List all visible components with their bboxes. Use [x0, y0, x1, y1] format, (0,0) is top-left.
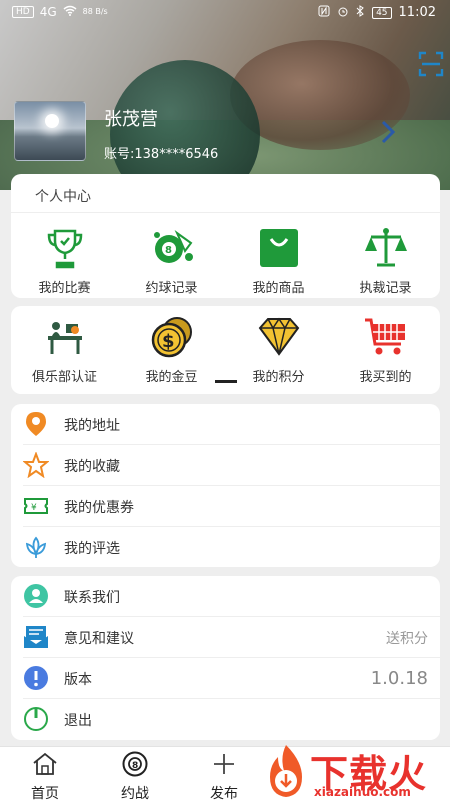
- avatar[interactable]: [14, 101, 86, 161]
- menu-label-logout: 退出: [64, 712, 92, 729]
- menu-item-coupons[interactable]: ¥ 我的优惠券: [11, 486, 440, 527]
- svg-text:¥: ¥: [31, 503, 37, 513]
- location-pin-icon: [26, 412, 46, 436]
- menu-item-favorites[interactable]: 我的收藏: [11, 445, 440, 486]
- match-records-item[interactable]: 8 约球记录: [118, 227, 225, 296]
- scan-icon: [418, 51, 444, 77]
- drag-handle: [215, 380, 237, 383]
- diamond-icon: [258, 317, 299, 356]
- nav-battle[interactable]: 8 约战: [105, 751, 165, 800]
- nfc-icon: [318, 5, 330, 20]
- menu-label-feedback: 意见和建议: [64, 630, 134, 647]
- username: 张茂营: [104, 109, 158, 130]
- menu-item-version[interactable]: 版本 1.0.18: [11, 658, 440, 699]
- scan-button[interactable]: [418, 51, 444, 77]
- my-products-label: 我的商品: [252, 281, 305, 296]
- menu-item-address[interactable]: 我的地址: [11, 404, 440, 445]
- my-matches-label: 我的比赛: [38, 281, 91, 296]
- flame-logo-icon: [270, 745, 302, 797]
- purchased-label: 我买到的: [359, 370, 412, 385]
- billiard-record-icon: 8: [153, 230, 193, 263]
- status-bar: HD 4G 88 B/s 45 11:02: [0, 0, 450, 26]
- menu-item-feedback[interactable]: 意见和建议 送积分: [11, 617, 440, 658]
- plus-icon: [214, 754, 234, 774]
- version-number: 1.0.18: [370, 668, 428, 689]
- feedback-reward-text: 送积分: [386, 630, 428, 647]
- svg-text:$: $: [162, 331, 175, 352]
- gold-coins-icon: $: [151, 317, 192, 358]
- club-verify-item[interactable]: 俱乐部认证: [11, 316, 118, 385]
- watermark-url: xiazaihuo.com: [314, 785, 411, 799]
- scales-icon: [364, 228, 407, 267]
- profile-chevron-right-icon[interactable]: [378, 118, 398, 146]
- home-icon: [33, 752, 57, 775]
- club-verify-label: 俱乐部认证: [31, 370, 97, 385]
- personal-center-title: 个人中心: [35, 189, 91, 205]
- bottom-navigation: 首页 8 约战 发布 下载火 xiazaihuo.com: [0, 743, 450, 800]
- svg-text:8: 8: [165, 245, 172, 256]
- network-speed: 88 B/s: [82, 7, 108, 16]
- nav-battle-label: 约战: [121, 786, 149, 800]
- signal-icon: 4G: [39, 5, 57, 19]
- gold-coins-label: 我的金豆: [145, 370, 198, 385]
- nav-home[interactable]: 首页: [15, 751, 75, 800]
- svg-text:8: 8: [132, 761, 138, 771]
- cart-icon: [364, 318, 405, 355]
- menu-item-contact[interactable]: 联系我们: [11, 576, 440, 617]
- points-item[interactable]: 我的积分: [225, 316, 332, 385]
- power-icon: [24, 707, 48, 731]
- feedback-icon: [24, 626, 48, 648]
- menu-label-favorites: 我的收藏: [64, 458, 120, 475]
- status-time: 11:02: [398, 5, 436, 20]
- menu-label-coupons: 我的优惠券: [64, 499, 134, 516]
- purchased-item[interactable]: 我买到的: [332, 316, 439, 385]
- menu-label-selection: 我的评选: [64, 540, 120, 557]
- lotus-icon: [25, 536, 47, 558]
- referee-records-label: 执裁记录: [359, 281, 412, 296]
- star-icon: [23, 452, 49, 478]
- alarm-icon: [337, 5, 349, 20]
- download-watermark: 下载火 xiazaihuo.com: [262, 743, 450, 800]
- bluetooth-icon: [356, 5, 365, 20]
- my-products-item[interactable]: 我的商品: [225, 227, 332, 296]
- shopping-bag-icon: [259, 229, 298, 267]
- hd-badge: HD: [12, 6, 34, 18]
- my-matches-item[interactable]: 我的比赛: [11, 227, 118, 296]
- menu-item-selection[interactable]: 我的评选: [11, 527, 440, 568]
- gold-coins-item[interactable]: $ 我的金豆: [118, 316, 225, 385]
- menu-label-version: 版本: [64, 671, 92, 688]
- menu-label-address: 我的地址: [64, 417, 120, 434]
- points-label: 我的积分: [252, 370, 305, 385]
- account-number: 账号:138****6546: [104, 147, 219, 162]
- info-icon: [24, 666, 48, 690]
- trophy-icon: [47, 229, 82, 269]
- battery-icon: 45: [372, 6, 392, 19]
- menu-label-contact: 联系我们: [64, 589, 120, 606]
- match-records-label: 约球记录: [145, 281, 198, 296]
- coupon-icon: ¥: [24, 498, 48, 514]
- nav-publish[interactable]: 发布: [194, 751, 254, 800]
- referee-records-item[interactable]: 执裁记录: [332, 227, 439, 296]
- menu-card-2: 联系我们 意见和建议 送积分 版本 1.0.18 退出: [11, 576, 440, 740]
- nav-publish-label: 发布: [210, 786, 238, 800]
- personal-center-card: 个人中心 我的比赛 8 约球记录 我的商品 执裁记录: [11, 174, 440, 298]
- nav-home-label: 首页: [31, 786, 59, 800]
- billiard-ball-icon: 8: [122, 751, 148, 777]
- profile-header: HD 4G 88 B/s 45 11:02 张茂营 账号:138****6546: [0, 0, 450, 190]
- menu-item-logout[interactable]: 退出: [11, 699, 440, 740]
- club-verify-icon: [47, 322, 82, 354]
- contact-icon: [24, 584, 48, 608]
- menu-card-1: 我的地址 我的收藏 ¥ 我的优惠券 我的评选: [11, 404, 440, 567]
- wifi-icon: [63, 5, 77, 19]
